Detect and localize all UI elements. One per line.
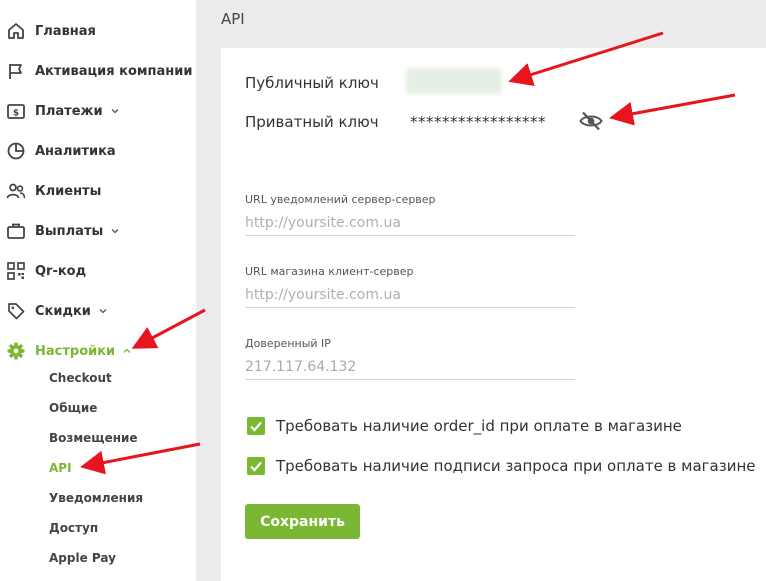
home-icon — [6, 21, 26, 41]
private-key-value: ***************** — [410, 113, 546, 131]
sidebar-item-clients[interactable]: Клиенты — [0, 171, 196, 211]
private-key-label: Приватный ключ — [245, 113, 379, 131]
sidebar-item-label: Qr-код — [35, 263, 87, 279]
public-key-label: Публичный ключ — [245, 74, 379, 92]
sidebar-item-home[interactable]: Главная — [0, 11, 196, 51]
submenu-item-general[interactable]: Общие — [49, 396, 97, 420]
sidebar-item-company-activation[interactable]: Активация компании — [0, 51, 196, 91]
tag-icon — [6, 301, 26, 321]
sidebar-item-label: Настройки — [35, 343, 116, 359]
server-url-input[interactable] — [245, 210, 575, 236]
submenu-item-api[interactable]: API — [49, 456, 72, 480]
sidebar-item-label: Клиенты — [35, 183, 102, 199]
payments-icon: $ — [6, 101, 26, 121]
sidebar-item-payouts[interactable]: Выплаты — [0, 211, 196, 251]
submenu-item-refund[interactable]: Возмещение — [49, 426, 138, 450]
checkmark-icon — [247, 417, 265, 435]
sidebar-item-label: Главная — [35, 23, 96, 39]
require-order-id-label: Требовать наличие order_id при оплате в … — [276, 417, 682, 435]
client-url-label: URL магазина клиент-сервер — [245, 265, 414, 278]
sidebar: Главная Активация компании $ Платежи Ана… — [0, 0, 196, 581]
submenu-item-access[interactable]: Доступ — [49, 516, 98, 540]
sidebar-item-qr-code[interactable]: Qr-код — [0, 251, 196, 291]
sidebar-item-payments[interactable]: $ Платежи — [0, 91, 196, 131]
trusted-ip-label: Доверенный IP — [245, 337, 331, 350]
pie-chart-icon — [6, 141, 26, 161]
qr-code-icon — [6, 261, 26, 281]
submenu-item-notifications[interactable]: Уведомления — [49, 486, 143, 510]
require-signature-label: Требовать наличие подписи запроса при оп… — [276, 457, 756, 475]
client-url-input[interactable] — [245, 282, 575, 308]
sidebar-item-label: Активация компании — [35, 63, 193, 79]
sidebar-item-analytics[interactable]: Аналитика — [0, 131, 196, 171]
users-icon — [6, 181, 26, 201]
require-order-id-checkbox[interactable]: Требовать наличие order_id при оплате в … — [247, 417, 682, 435]
chevron-down-icon — [98, 306, 108, 316]
sidebar-item-settings[interactable]: Настройки — [0, 331, 196, 371]
svg-text:$: $ — [13, 109, 19, 119]
sidebar-item-label: Платежи — [35, 103, 103, 119]
sidebar-item-label: Выплаты — [35, 223, 104, 239]
flag-icon — [6, 61, 26, 81]
sidebar-item-label: Аналитика — [35, 143, 116, 159]
wallet-icon — [6, 221, 26, 241]
submenu-item-apple-pay[interactable]: Apple Pay — [49, 546, 116, 570]
chevron-down-icon — [110, 106, 120, 116]
page-title: API — [221, 10, 245, 28]
eye-off-icon[interactable] — [578, 108, 604, 134]
gear-icon — [6, 341, 26, 361]
save-button[interactable]: Сохранить — [245, 504, 360, 539]
trusted-ip-input[interactable] — [245, 354, 575, 380]
sidebar-item-label: Скидки — [35, 303, 91, 319]
require-signature-checkbox[interactable]: Требовать наличие подписи запроса при оп… — [247, 457, 756, 475]
sidebar-item-discounts[interactable]: Скидки — [0, 291, 196, 331]
checkmark-icon — [247, 457, 265, 475]
chevron-up-icon — [122, 346, 132, 356]
server-url-label: URL уведомлений сервер-сервер — [245, 193, 436, 206]
public-key-value-blurred — [406, 68, 502, 94]
chevron-down-icon — [110, 226, 120, 236]
submenu-item-checkout[interactable]: Checkout — [49, 366, 112, 390]
